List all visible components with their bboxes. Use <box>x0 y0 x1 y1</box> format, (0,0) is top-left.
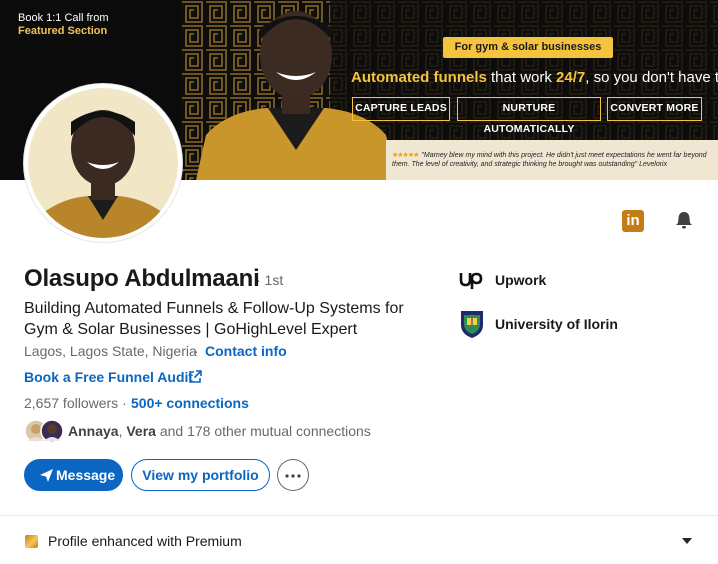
avatar-photo <box>28 88 178 238</box>
view-portfolio-button[interactable]: View my portfolio <box>131 459 270 491</box>
premium-icon <box>25 535 38 548</box>
more-horizontal-icon <box>285 474 301 478</box>
org-upwork[interactable]: Upwork <box>459 266 546 294</box>
followers-count: 2,657 followers · <box>24 395 127 411</box>
banner-person-photo <box>196 11 396 180</box>
website-link[interactable]: Book a Free Funnel Audit <box>24 369 193 385</box>
headline-part-c: 24/7 <box>556 69 586 86</box>
org-university[interactable]: University of Ilorin <box>459 310 618 338</box>
mutual-connections-text[interactable]: Annaya, Vera and 178 other mutual connec… <box>68 423 371 439</box>
banner-tag: For gym & solar businesses <box>443 37 613 58</box>
profile-headline: Building Automated Funnels & Follow-Up S… <box>24 300 404 338</box>
caret-down-icon[interactable] <box>682 538 692 544</box>
banner-note-line1: Book 1:1 Call from <box>18 12 109 24</box>
profile-location: Lagos, Lagos State, Nigeria <box>24 343 197 359</box>
banner-chip-nurture: NURTURE AUTOMATICALLY <box>457 97 601 135</box>
org-name-university: University of Ilorin <box>495 316 618 332</box>
contact-info-link[interactable]: Contact info <box>205 343 287 359</box>
message-button-label: Message <box>56 467 116 483</box>
banner-note-line2: Featured Section <box>18 25 108 37</box>
headline-part-a: Automated funnels <box>351 69 487 86</box>
mutual-connection-avatars[interactable] <box>24 419 66 443</box>
banner-testimonial: ★★★★★ "Marney blew my mind with this proj… <box>386 140 718 180</box>
banner-chip-convert: CONVERT MORE <box>607 97 702 121</box>
upwork-logo-icon <box>459 272 483 289</box>
banner-featured-note: Book 1:1 Call from Featured Section <box>18 12 108 38</box>
headline-part-b: that work <box>486 69 557 86</box>
external-link-icon[interactable] <box>188 370 202 384</box>
mutual-name-2: Vera <box>126 423 156 439</box>
profile-name: Olasupo Abdulmaani <box>24 265 260 292</box>
org-name-upwork: Upwork <box>495 272 547 288</box>
mutual-rest: and 178 other mutual connections <box>155 423 371 439</box>
profile-avatar[interactable] <box>24 84 182 242</box>
separator-dot: · <box>194 343 199 359</box>
testimonial-text: "Marney blew my mind with this project. … <box>392 152 707 168</box>
headline-part-d: , so you don't have to <box>585 69 718 86</box>
mutual-name-1: Annaya <box>68 423 119 439</box>
banner-headline: Automated funnels that work 24/7, so you… <box>351 69 718 86</box>
bell-icon[interactable] <box>674 210 694 230</box>
more-options-button[interactable] <box>277 459 309 491</box>
banner-chip-capture: CAPTURE LEADS <box>352 97 450 121</box>
connection-degree: · 1st <box>256 272 284 288</box>
premium-banner-text[interactable]: Profile enhanced with Premium <box>48 533 242 549</box>
message-button[interactable]: Message <box>24 459 123 491</box>
section-divider <box>0 515 718 516</box>
connections-link[interactable]: 500+ connections <box>131 395 249 411</box>
university-crest-icon <box>461 311 483 338</box>
rating-stars-icon: ★★★★★ <box>392 152 419 159</box>
send-icon <box>40 469 53 482</box>
linkedin-icon[interactable]: in <box>622 210 644 232</box>
